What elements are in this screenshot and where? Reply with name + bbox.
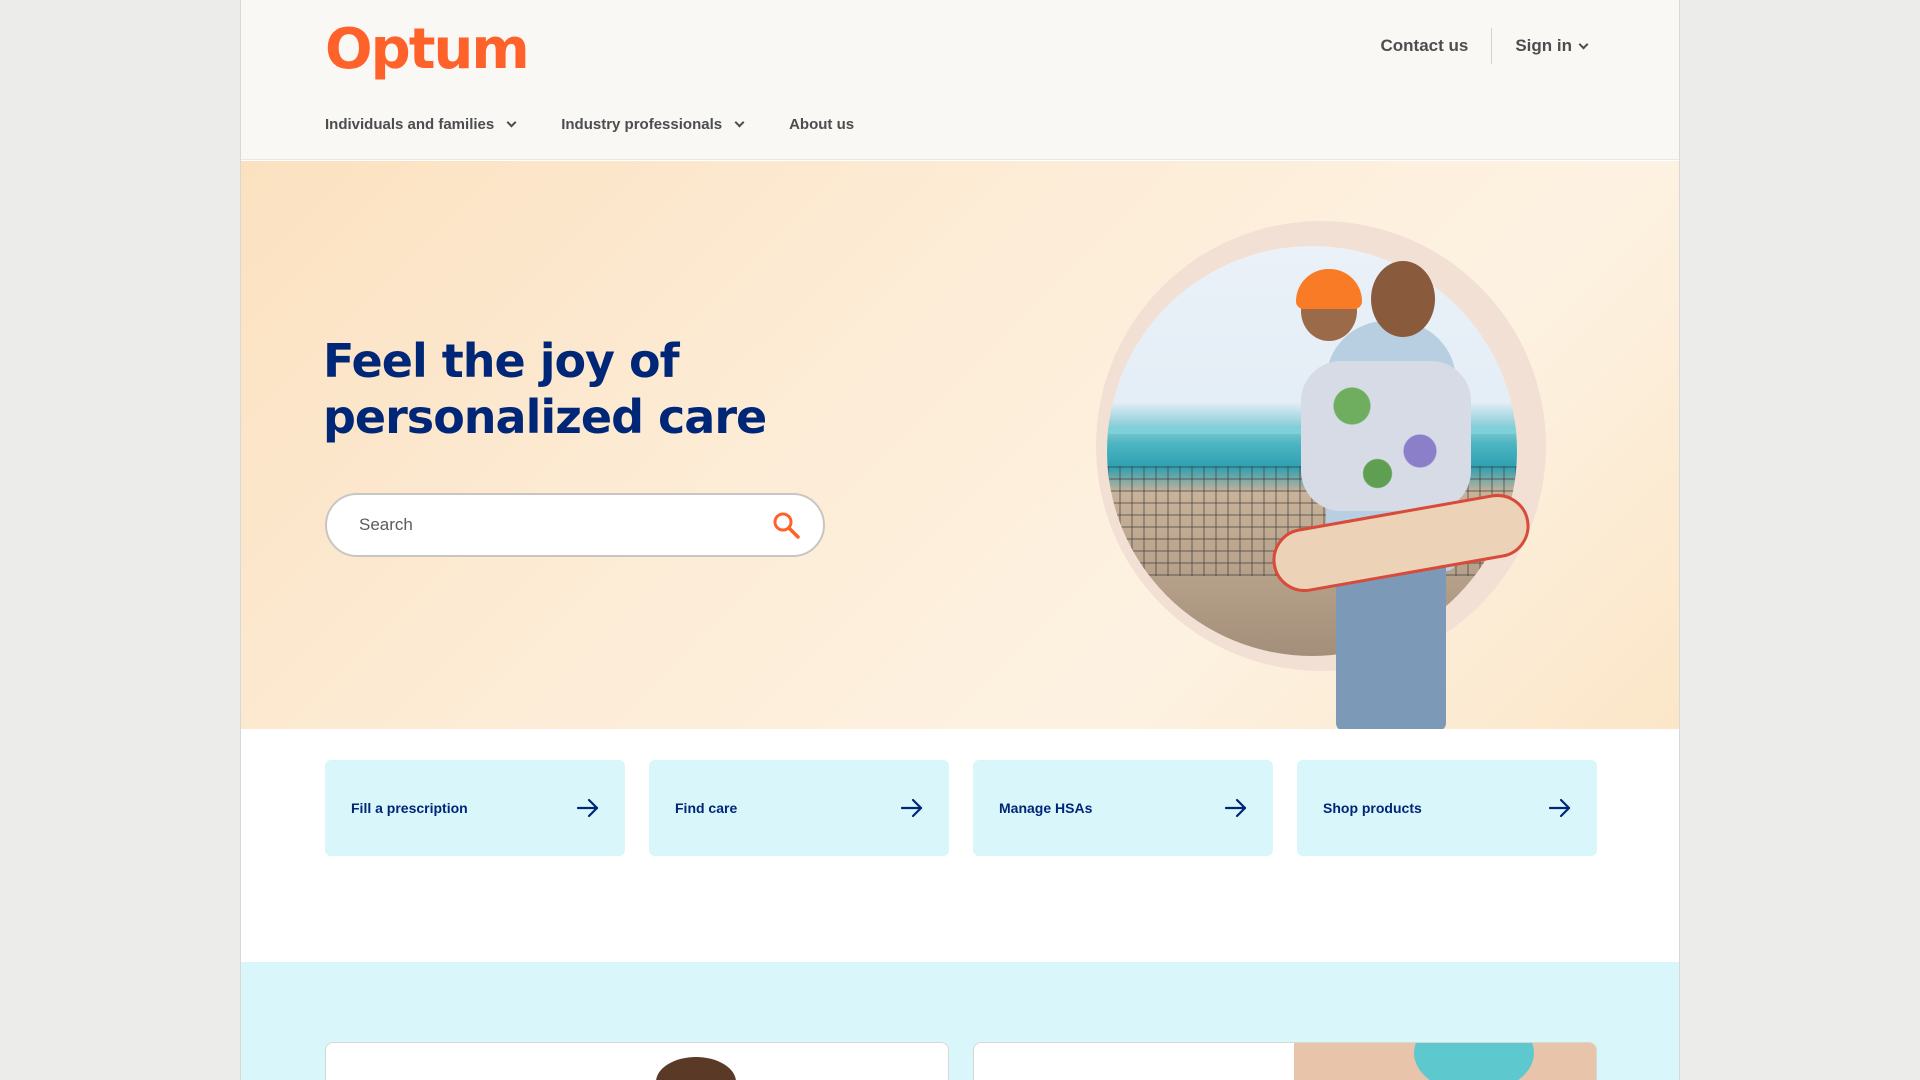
tile-label: Shop products (1323, 800, 1422, 816)
nav-item-label: Industry professionals (561, 116, 723, 133)
search-bar (325, 493, 825, 557)
chevron-down-icon (506, 117, 517, 128)
tile-label: Find care (675, 800, 738, 816)
manage-hsas-tile[interactable]: Manage HSAs (973, 760, 1273, 856)
featured-band (241, 962, 1679, 1080)
utility-divider (1491, 28, 1493, 64)
chevron-down-icon (734, 117, 745, 128)
optum-logo[interactable]: Optum (325, 18, 530, 82)
page: Optum Contact us Sign in Individuals and… (240, 0, 1680, 1080)
nav-item-label: About us (789, 116, 855, 133)
nav-item-label: Individuals and families (325, 116, 495, 133)
arrow-right-icon (576, 798, 599, 818)
hero-photo-shirt (1301, 361, 1471, 511)
nav-individuals-and-families[interactable]: Individuals and families (325, 116, 517, 133)
utility-nav: Contact us Sign in (1380, 28, 1589, 64)
tile-label: Fill a prescription (351, 800, 468, 816)
chevron-down-icon (1578, 39, 1589, 49)
feature-card-image-ball (1414, 1043, 1534, 1080)
search-icon[interactable] (771, 510, 801, 540)
feature-card[interactable] (325, 1042, 949, 1080)
shop-products-tile[interactable]: Shop products (1297, 760, 1597, 856)
feature-card[interactable] (973, 1042, 1597, 1080)
site-header: Optum Contact us Sign in Individuals and… (241, 0, 1679, 160)
hero-photo-man-head (1371, 261, 1435, 337)
search-input[interactable] (359, 515, 771, 535)
fill-prescription-tile[interactable]: Fill a prescription (325, 760, 625, 856)
sign-in-label: Sign in (1515, 36, 1572, 55)
main-nav: Individuals and families Industry profes… (325, 116, 900, 133)
quick-links: Fill a prescription Find care Manage HSA… (325, 760, 1597, 856)
hero-section: Feel the joy of personalized care (241, 161, 1679, 729)
arrow-right-icon (1224, 798, 1247, 818)
tile-label: Manage HSAs (999, 800, 1093, 816)
nav-about-us[interactable]: About us (789, 116, 854, 133)
hero-title: Feel the joy of personalized care (323, 334, 767, 444)
feature-card-image (656, 1057, 736, 1080)
find-care-tile[interactable]: Find care (649, 760, 949, 856)
contact-us-link[interactable]: Contact us (1380, 36, 1468, 56)
arrow-right-icon (900, 798, 923, 818)
arrow-right-icon (1548, 798, 1571, 818)
sign-in-button[interactable]: Sign in (1515, 36, 1589, 56)
nav-industry-professionals[interactable]: Industry professionals (561, 116, 745, 133)
